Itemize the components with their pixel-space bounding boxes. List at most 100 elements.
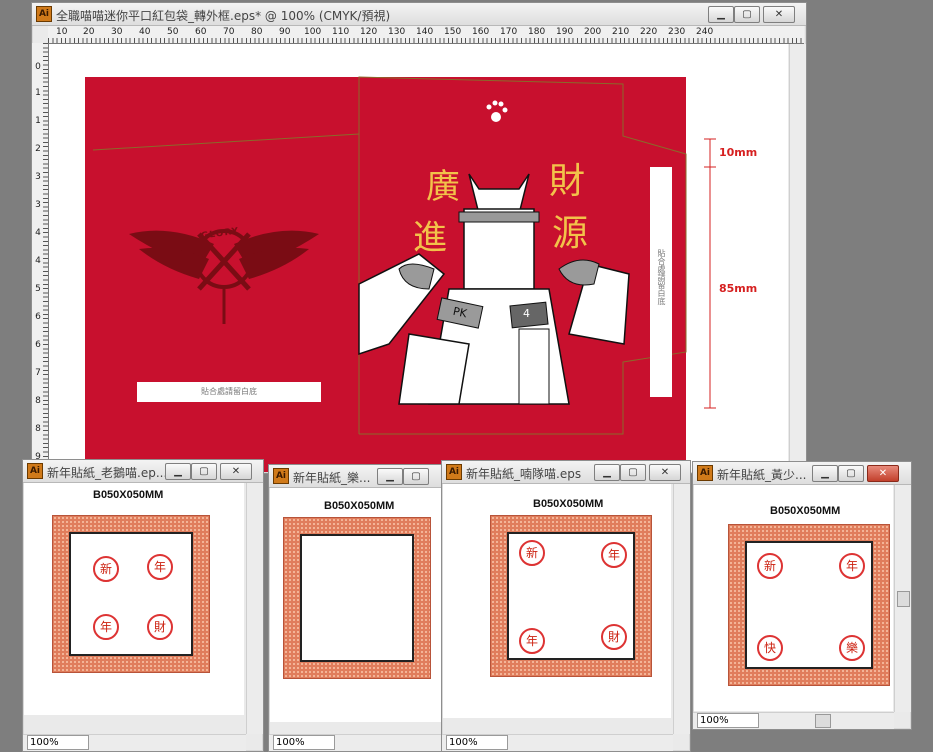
zoom-level-field[interactable]: 100%	[27, 735, 89, 750]
sticker-window-4-titlebar[interactable]: Ai 新年貼紙_黃少... ▁ ▢ ✕	[693, 462, 911, 485]
window-title: 新年貼紙_樂...	[293, 471, 371, 485]
sticker-badge: 年	[601, 542, 627, 568]
artboard-canvas[interactable]: B050X050MM	[270, 488, 446, 722]
ruler-tick: 20	[83, 27, 95, 37]
sticker-badge: 新	[519, 540, 545, 566]
ruler-tick: 140	[416, 27, 434, 37]
horizontal-scrollbar[interactable]: 100%	[23, 734, 246, 751]
close-button[interactable]: ✕	[763, 6, 795, 23]
main-titlebar[interactable]: Ai 全職喵喵迷你平口紅包袋_轉外框.eps* @ 100% (CMYK/預視)…	[32, 3, 806, 26]
illustrator-file-icon: Ai	[446, 464, 462, 480]
horizontal-scrollbar[interactable]: 100%	[693, 712, 894, 729]
ruler-tick: 3	[35, 200, 41, 210]
ruler-tick: 230	[668, 27, 686, 37]
close-button[interactable]: ✕	[867, 465, 899, 482]
zoom-level-field[interactable]: 100%	[697, 713, 759, 728]
sticker-badge: 新	[757, 553, 783, 579]
close-button[interactable]: ✕	[649, 464, 681, 481]
ruler-tick: 0	[35, 62, 41, 72]
sticker-badge: 新	[93, 556, 119, 582]
ruler-tick: 240	[696, 27, 714, 37]
close-button[interactable]: ✕	[220, 463, 252, 480]
ruler-tick: 220	[640, 27, 658, 37]
ruler-tick: 8	[35, 396, 41, 406]
minimize-button[interactable]: ▁	[708, 6, 734, 23]
scrollbar-thumb[interactable]	[897, 591, 910, 607]
sticker-window-1-titlebar[interactable]: Ai 新年貼紙_老鵝喵.ep... ▁ ▢ ✕	[23, 460, 263, 483]
artboard-canvas[interactable]: B050X050MM 新 年 年 財	[24, 483, 244, 715]
horizontal-ruler[interactable]: 10 20 30 40 50 60 70 80 90 100 110 120 1…	[48, 26, 804, 44]
vertical-scrollbar[interactable]	[673, 484, 690, 734]
ruler-tick: 120	[360, 27, 378, 37]
sticker-window-4: Ai 新年貼紙_黃少... ▁ ▢ ✕ B050X050MM 新 年 快 樂 1…	[692, 461, 912, 730]
ruler-tick: 60	[195, 27, 207, 37]
maximize-button[interactable]: ▢	[620, 464, 646, 481]
sticker-size-label: B050X050MM	[93, 489, 164, 501]
artboard-canvas[interactable]: B050X050MM 新 年 年 財	[443, 484, 671, 718]
ruler-tick: 3	[35, 172, 41, 182]
vertical-ruler[interactable]: 0 1 1 2 3 3 4 4 5 6 6 7 8 8 9	[32, 43, 49, 473]
sticker-badge: 快	[757, 635, 783, 661]
ruler-tick: 7	[35, 368, 41, 378]
sticker-artwork: 新 年 快 樂	[728, 524, 890, 686]
illustrator-file-icon: Ai	[697, 465, 713, 481]
gold-char-1: 廣	[426, 167, 460, 207]
sticker-window-3: Ai 新年貼紙_喃隊喵.eps ▁ ▢ ✕ B050X050MM 新 年 年 財…	[441, 460, 691, 752]
sticker-size-label: B050X050MM	[770, 505, 841, 517]
ruler-tick: 1	[35, 88, 41, 98]
sticker-window-3-titlebar[interactable]: Ai 新年貼紙_喃隊喵.eps ▁ ▢ ✕	[442, 461, 690, 484]
ruler-tick: 130	[388, 27, 406, 37]
sticker-window-2-titlebar[interactable]: Ai 新年貼紙_樂... ▁ ▢	[269, 465, 447, 488]
sticker-badge: 年	[519, 628, 545, 654]
sign-text-1: PK	[451, 304, 469, 321]
minimize-button[interactable]: ▁	[377, 468, 403, 485]
vertical-scrollbar[interactable]	[246, 483, 263, 734]
side-glue-label: 貼合處請留白底	[657, 249, 666, 305]
maximize-button[interactable]: ▢	[191, 463, 217, 480]
ruler-tick: 190	[556, 27, 574, 37]
minimize-button[interactable]: ▁	[165, 463, 191, 480]
ruler-tick: 80	[251, 27, 263, 37]
ruler-tick: 160	[472, 27, 490, 37]
dimension-lines	[704, 138, 716, 409]
horizontal-scrollbar[interactable]: 100%	[442, 734, 673, 751]
ruler-tick: 2	[35, 144, 41, 154]
sticker-size-label: B050X050MM	[533, 498, 604, 510]
ruler-tick: 210	[612, 27, 630, 37]
window-title: 新年貼紙_老鵝喵.ep...	[47, 466, 167, 480]
bottom-glue-label: 貼合處請留白底	[201, 387, 257, 396]
ruler-tick: 150	[444, 27, 462, 37]
sticker-artwork	[283, 517, 431, 679]
ruler-tick: 180	[528, 27, 546, 37]
artboard-canvas[interactable]: 貼合處請留白底 貼合處請留白底 GLORY 廣 財 進 源 PK 4 10mm …	[49, 44, 788, 472]
sticker-window-1: Ai 新年貼紙_老鵝喵.ep... ▁ ▢ ✕ B050X050MM 新 年 年…	[22, 459, 264, 752]
artboard-canvas[interactable]: B050X050MM 新 年 快 樂	[694, 485, 893, 711]
minimize-button[interactable]: ▁	[594, 464, 620, 481]
sticker-badge: 財	[147, 614, 173, 640]
zoom-level-field[interactable]: 100%	[273, 735, 335, 750]
maximize-button[interactable]: ▢	[838, 465, 864, 482]
sticker-badge: 樂	[839, 635, 865, 661]
sticker-size-label: B050X050MM	[324, 500, 395, 512]
sticker-window-2: Ai 新年貼紙_樂... ▁ ▢ B050X050MM 100%	[268, 464, 448, 752]
gold-char-4: 源	[552, 213, 589, 254]
ruler-tick: 6	[35, 340, 41, 350]
maximize-button[interactable]: ▢	[734, 6, 760, 23]
ruler-tick: 100	[304, 27, 322, 37]
ruler-tick: 10	[56, 27, 68, 37]
ruler-tick: 50	[167, 27, 179, 37]
ruler-tick: 6	[35, 312, 41, 322]
sticker-badge: 年	[839, 553, 865, 579]
minimize-button[interactable]: ▁	[812, 465, 838, 482]
window-title: 新年貼紙_喃隊喵.eps	[466, 467, 582, 481]
sticker-badge: 年	[147, 554, 173, 580]
main-vertical-scrollbar[interactable]	[789, 44, 806, 473]
maximize-button[interactable]: ▢	[403, 468, 429, 485]
ruler-tick: 4	[35, 256, 41, 266]
scrollbar-thumb[interactable]	[815, 714, 831, 728]
sticker-badge: 年	[93, 614, 119, 640]
horizontal-scrollbar[interactable]: 100%	[269, 734, 447, 751]
zoom-level-field[interactable]: 100%	[446, 735, 508, 750]
vertical-scrollbar[interactable]	[894, 485, 911, 712]
illustrator-file-icon: Ai	[273, 468, 289, 484]
